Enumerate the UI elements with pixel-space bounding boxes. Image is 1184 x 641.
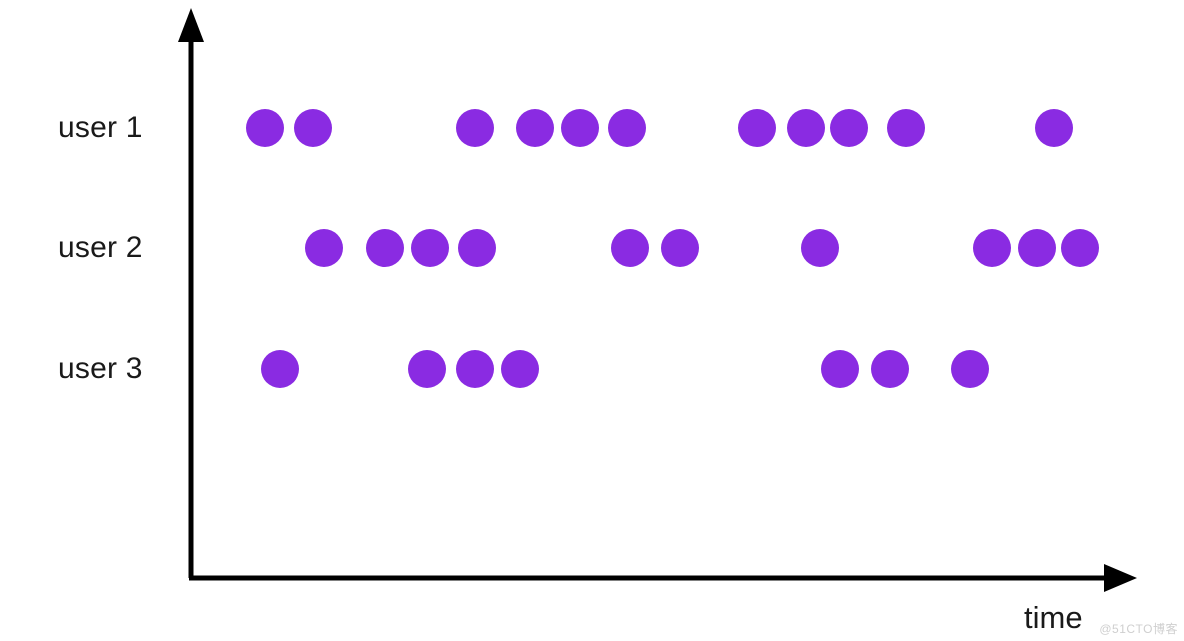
event-dot <box>456 109 494 147</box>
event-lane-user-2 <box>0 229 1184 267</box>
event-dot <box>294 109 332 147</box>
event-dot <box>738 109 776 147</box>
event-dot <box>787 109 825 147</box>
event-dot <box>261 350 299 388</box>
event-dot <box>501 350 539 388</box>
event-dot <box>1061 229 1099 267</box>
event-dot <box>456 350 494 388</box>
axes <box>178 8 1137 592</box>
event-dot <box>830 109 868 147</box>
event-dot <box>973 229 1011 267</box>
event-dot <box>561 109 599 147</box>
event-lane-user-1 <box>0 109 1184 147</box>
event-dot <box>887 109 925 147</box>
event-dot <box>516 109 554 147</box>
event-dot <box>611 229 649 267</box>
event-lane-user-3 <box>0 350 1184 388</box>
y-axis-arrowhead <box>178 8 204 42</box>
event-dot <box>821 350 859 388</box>
event-dot <box>1035 109 1073 147</box>
event-dot <box>871 350 909 388</box>
event-dot <box>1018 229 1056 267</box>
event-dot <box>458 229 496 267</box>
event-timeline-figure: user 1 user 2 user 3 time @51CTO博客 <box>0 0 1184 641</box>
x-axis-arrowhead <box>1104 564 1137 592</box>
event-dot <box>411 229 449 267</box>
watermark: @51CTO博客 <box>1099 622 1178 636</box>
event-dot <box>951 350 989 388</box>
event-dot <box>608 109 646 147</box>
event-dot <box>246 109 284 147</box>
event-dot <box>661 229 699 267</box>
event-dot <box>305 229 343 267</box>
event-dot <box>408 350 446 388</box>
event-dot <box>801 229 839 267</box>
event-dot <box>366 229 404 267</box>
x-axis-title: time <box>1024 600 1083 635</box>
